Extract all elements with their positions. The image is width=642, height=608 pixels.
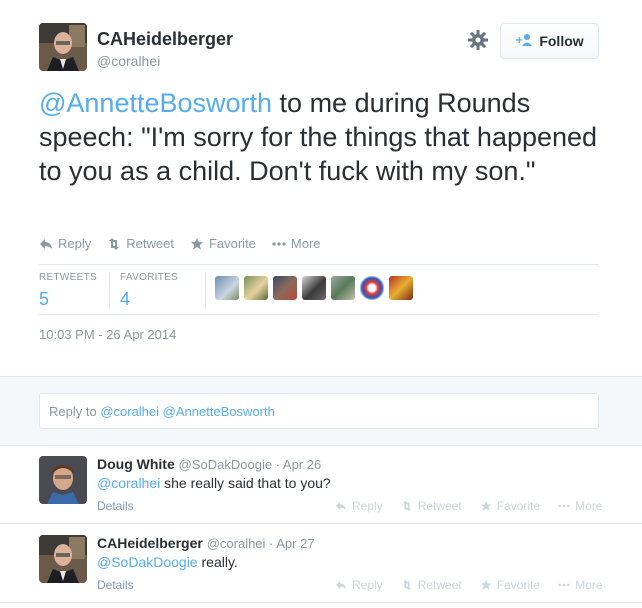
more-dots-icon [272,241,286,246]
more-dots-icon [558,504,570,508]
avatar[interactable] [273,276,297,300]
reply-action[interactable]: Reply [335,578,383,592]
reply-label: Reply [352,499,383,513]
retweet-label: Retweet [417,499,462,513]
reply-area: Reply to @coralhei @AnnetteBosworth [0,376,642,446]
retweets-stat[interactable]: RETWEETS 5 [39,272,97,310]
retweets-label: RETWEETS [39,272,97,283]
tweet-mention[interactable]: @AnnetteBosworth [39,88,272,118]
main-tweet: CAHeidelberger @coralhei + Follow @Annet… [0,0,642,376]
reply-actions: Reply Retweet Favorite More [335,499,602,513]
favorites-stat[interactable]: FAVORITES 4 [120,272,178,310]
more-dots-icon [558,583,570,587]
retweets-count: 5 [39,289,50,309]
more-action[interactable]: More [558,578,602,592]
more-action[interactable]: More [558,499,602,513]
follow-button[interactable]: + Follow [500,23,599,59]
reply-prefix: Reply to [49,404,101,419]
author-avatar[interactable] [39,23,87,71]
tweet-timestamp[interactable]: 10:03 PM - 26 Apr 2014 [39,327,176,342]
follow-label: Follow [539,33,584,49]
reply-tweet[interactable]: Doug White @SoDakDoogie · Apr 26 @coralh… [0,446,642,524]
avatar[interactable] [244,276,268,300]
retweet-icon [109,237,120,250]
retweet-label: Retweet [126,236,174,251]
favorites-count: 4 [120,289,131,309]
stats-bottom-divider [39,314,599,315]
reply-mention[interactable]: @coralhei [97,475,160,491]
settings-gear-icon[interactable] [466,28,490,52]
favorite-label: Favorite [208,236,256,251]
follow-person-icon: + [515,33,533,50]
svg-text:+: + [515,35,523,46]
reply-mention[interactable]: @SoDakDoogie [97,554,198,570]
more-label: More [575,499,603,513]
avatar[interactable] [389,276,413,300]
more-label: More [290,236,321,251]
reply-action[interactable]: Reply [39,236,91,251]
reply-icon [336,580,346,590]
more-label: More [575,578,603,592]
reply-icon [40,238,52,249]
stat-separator [109,272,110,308]
retweet-action[interactable]: Retweet [401,499,462,513]
reply-text: @SoDakDoogie really. [97,554,238,570]
avatar[interactable] [302,276,326,300]
favorite-action[interactable]: Favorite [480,499,540,513]
author-fullname[interactable]: CAHeidelberger [97,29,233,50]
avatar[interactable] [360,276,384,300]
reply-input[interactable]: Reply to @coralhei @AnnetteBosworth [39,393,599,429]
favorite-label: Favorite [496,499,541,513]
replier-avatar[interactable] [39,535,87,583]
reply-author-name: Doug White [97,456,175,472]
reply-actions: Reply Retweet Favorite More [335,578,602,592]
replier-avatar[interactable] [39,456,87,504]
favorite-action[interactable]: Favorite [190,236,256,251]
retweet-label: Retweet [417,578,462,592]
favoriter-avatars [215,276,413,300]
reply-icon [336,501,346,511]
retweet-action[interactable]: Retweet [401,578,462,592]
stat-separator [205,272,206,308]
reply-action[interactable]: Reply [335,499,383,513]
favorite-star-icon [480,501,491,511]
reply-label: Reply [58,236,92,251]
favorite-star-icon [190,237,203,249]
reply-author-name: CAHeidelberger [97,535,203,551]
reply-mentions: @coralhei @AnnetteBosworth [100,404,275,419]
retweet-action[interactable]: Retweet [107,236,174,251]
avatar[interactable] [215,276,239,300]
reply-details-link[interactable]: Details [97,578,134,592]
favorite-star-icon [480,580,491,590]
retweet-icon [402,501,411,511]
favorite-action[interactable]: Favorite [480,578,540,592]
reply-tweet[interactable]: CAHeidelberger @coralhei · Apr 27 @SoDak… [0,525,642,603]
tweet-actions: Reply Retweet Favorite More [39,236,321,251]
reply-body: she really said that to you? [160,475,331,491]
reply-details-link[interactable]: Details [97,499,134,513]
more-action[interactable]: More [272,236,321,251]
author-username[interactable]: @coralhei [97,53,160,69]
favorite-label: Favorite [496,578,541,592]
reply-author-meta: @SoDakDoogie · Apr 26 [178,457,322,472]
reply-body: really. [197,554,238,570]
tweet-stats: RETWEETS 5 FAVORITES 4 [39,264,599,314]
reply-label: Reply [352,578,383,592]
reply-author-meta: @coralhei · Apr 27 [206,536,315,551]
retweet-icon [402,580,411,590]
reply-text: @coralhei she really said that to you? [97,475,331,491]
tweet-text: @AnnetteBosworth to me during Rounds spe… [39,86,619,188]
avatar[interactable] [331,276,355,300]
reply-author[interactable]: Doug White @SoDakDoogie · Apr 26 [97,456,321,472]
reply-author[interactable]: CAHeidelberger @coralhei · Apr 27 [97,535,315,551]
favorites-label: FAVORITES [120,272,179,283]
